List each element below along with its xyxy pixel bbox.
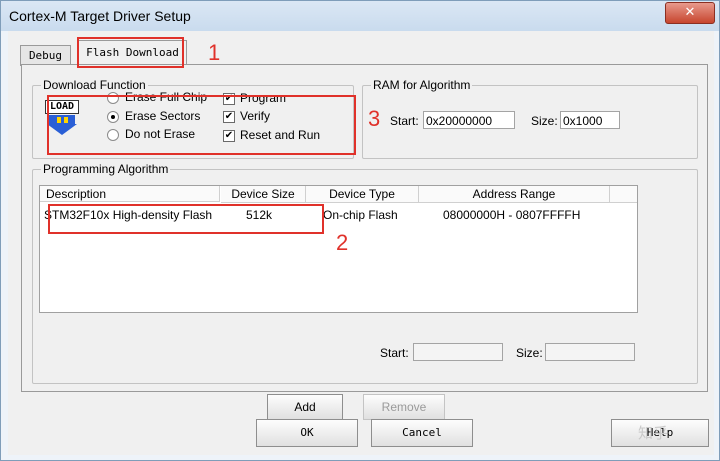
column-spacer (610, 186, 637, 203)
ram-start-input[interactable]: 0x20000000 (423, 111, 515, 129)
remove-button[interactable]: Remove (363, 394, 445, 420)
algo-size-input[interactable] (545, 343, 635, 361)
column-device-size[interactable]: Device Size (221, 186, 306, 203)
ram-size-label: Size: (531, 114, 558, 128)
annotation-number-2: 2 (336, 230, 349, 255)
algo-size-label: Size: (516, 346, 543, 360)
algo-start-label: Start: (380, 346, 409, 360)
tab-debug[interactable]: Debug (20, 45, 71, 66)
title-bar: Cortex-M Target Driver Setup ✕ (1, 1, 719, 31)
close-icon: ✕ (684, 5, 696, 20)
ram-size-input[interactable]: 0x1000 (560, 111, 620, 129)
annotation-box-2 (48, 204, 324, 234)
column-description[interactable]: Description (40, 186, 220, 202)
algo-start-input[interactable] (413, 343, 503, 361)
ram-for-algorithm-label: RAM for Algorithm (371, 78, 473, 92)
annotation-box-3 (47, 95, 356, 155)
annotation-number-3: 3 (368, 106, 381, 131)
column-address-range[interactable]: Address Range (419, 186, 610, 203)
row-device-type: On-chip Flash (323, 208, 398, 222)
watermark: 知乎 (638, 424, 669, 442)
close-button[interactable]: ✕ (665, 2, 715, 24)
ok-button[interactable]: OK (256, 419, 358, 447)
ram-start-label: Start: (390, 114, 419, 128)
row-address-range: 08000000H - 0807FFFFH (443, 208, 581, 222)
programming-algorithm-label: Programming Algorithm (41, 162, 171, 176)
column-device-type[interactable]: Device Type (306, 186, 419, 203)
cancel-button[interactable]: Cancel (371, 419, 473, 447)
annotation-box-1 (77, 37, 184, 68)
window-title: Cortex-M Target Driver Setup (9, 8, 191, 24)
ram-for-algorithm-group: RAM for Algorithm Start: 0x20000000 Size… (362, 78, 698, 159)
programming-algorithm-group: Programming Algorithm Description Device… (32, 162, 698, 384)
annotation-number-1: 1 (208, 40, 221, 65)
add-button[interactable]: Add (267, 394, 343, 420)
